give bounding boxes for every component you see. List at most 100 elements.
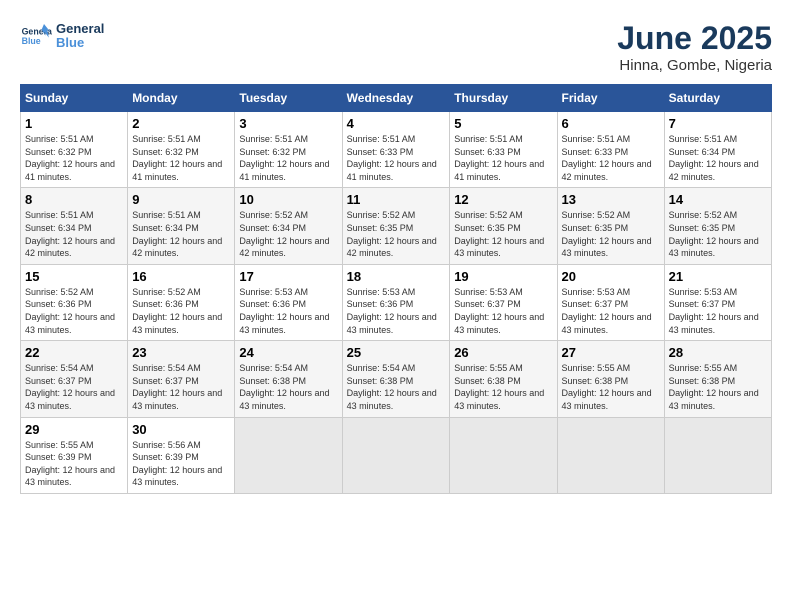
- day-number: 19: [454, 269, 552, 284]
- day-info: Sunrise: 5:52 AM Sunset: 6:35 PM Dayligh…: [347, 209, 446, 259]
- day-info: Sunrise: 5:51 AM Sunset: 6:34 PM Dayligh…: [669, 133, 767, 183]
- table-row: 17 Sunrise: 5:53 AM Sunset: 6:36 PM Dayl…: [235, 264, 342, 340]
- page-header: General Blue General Blue June 2025 Hinn…: [20, 20, 772, 74]
- day-number: 17: [239, 269, 337, 284]
- day-info: Sunrise: 5:56 AM Sunset: 6:39 PM Dayligh…: [132, 439, 230, 489]
- day-info: Sunrise: 5:55 AM Sunset: 6:39 PM Dayligh…: [25, 439, 123, 489]
- calendar-row: 8 Sunrise: 5:51 AM Sunset: 6:34 PM Dayli…: [21, 188, 772, 264]
- table-row: 3 Sunrise: 5:51 AM Sunset: 6:32 PM Dayli…: [235, 112, 342, 188]
- table-row: 10 Sunrise: 5:52 AM Sunset: 6:34 PM Dayl…: [235, 188, 342, 264]
- table-row: 13 Sunrise: 5:52 AM Sunset: 6:35 PM Dayl…: [557, 188, 664, 264]
- table-row: 28 Sunrise: 5:55 AM Sunset: 6:38 PM Dayl…: [664, 341, 771, 417]
- calendar-row: 15 Sunrise: 5:52 AM Sunset: 6:36 PM Dayl…: [21, 264, 772, 340]
- day-info: Sunrise: 5:51 AM Sunset: 6:32 PM Dayligh…: [239, 133, 337, 183]
- day-info: Sunrise: 5:54 AM Sunset: 6:38 PM Dayligh…: [347, 362, 446, 412]
- table-row: 4 Sunrise: 5:51 AM Sunset: 6:33 PM Dayli…: [342, 112, 450, 188]
- table-row: 27 Sunrise: 5:55 AM Sunset: 6:38 PM Dayl…: [557, 341, 664, 417]
- table-row: 1 Sunrise: 5:51 AM Sunset: 6:32 PM Dayli…: [21, 112, 128, 188]
- day-info: Sunrise: 5:54 AM Sunset: 6:37 PM Dayligh…: [25, 362, 123, 412]
- table-row: 23 Sunrise: 5:54 AM Sunset: 6:37 PM Dayl…: [128, 341, 235, 417]
- day-number: 6: [562, 116, 660, 131]
- table-row: 8 Sunrise: 5:51 AM Sunset: 6:34 PM Dayli…: [21, 188, 128, 264]
- day-info: Sunrise: 5:52 AM Sunset: 6:36 PM Dayligh…: [132, 286, 230, 336]
- table-row: 29 Sunrise: 5:55 AM Sunset: 6:39 PM Dayl…: [21, 417, 128, 493]
- day-info: Sunrise: 5:54 AM Sunset: 6:37 PM Dayligh…: [132, 362, 230, 412]
- day-info: Sunrise: 5:55 AM Sunset: 6:38 PM Dayligh…: [669, 362, 767, 412]
- table-row: [664, 417, 771, 493]
- day-number: 11: [347, 192, 446, 207]
- logo-icon: General Blue: [20, 20, 52, 52]
- logo-text-blue: Blue: [56, 36, 104, 50]
- table-row: [557, 417, 664, 493]
- header-sunday: Sunday: [21, 85, 128, 112]
- day-info: Sunrise: 5:53 AM Sunset: 6:36 PM Dayligh…: [239, 286, 337, 336]
- calendar-row: 29 Sunrise: 5:55 AM Sunset: 6:39 PM Dayl…: [21, 417, 772, 493]
- calendar-body: 1 Sunrise: 5:51 AM Sunset: 6:32 PM Dayli…: [21, 112, 772, 494]
- day-number: 15: [25, 269, 123, 284]
- day-number: 29: [25, 422, 123, 437]
- day-number: 28: [669, 345, 767, 360]
- day-info: Sunrise: 5:51 AM Sunset: 6:34 PM Dayligh…: [25, 209, 123, 259]
- calendar-table: Sunday Monday Tuesday Wednesday Thursday…: [20, 84, 772, 494]
- table-row: 20 Sunrise: 5:53 AM Sunset: 6:37 PM Dayl…: [557, 264, 664, 340]
- day-info: Sunrise: 5:51 AM Sunset: 6:33 PM Dayligh…: [454, 133, 552, 183]
- table-row: 30 Sunrise: 5:56 AM Sunset: 6:39 PM Dayl…: [128, 417, 235, 493]
- table-row: 9 Sunrise: 5:51 AM Sunset: 6:34 PM Dayli…: [128, 188, 235, 264]
- logo: General Blue General Blue: [20, 20, 104, 52]
- day-info: Sunrise: 5:55 AM Sunset: 6:38 PM Dayligh…: [454, 362, 552, 412]
- table-row: 21 Sunrise: 5:53 AM Sunset: 6:37 PM Dayl…: [664, 264, 771, 340]
- table-row: 16 Sunrise: 5:52 AM Sunset: 6:36 PM Dayl…: [128, 264, 235, 340]
- day-number: 26: [454, 345, 552, 360]
- day-number: 14: [669, 192, 767, 207]
- title-area: June 2025 Hinna, Gombe, Nigeria: [617, 20, 772, 74]
- day-info: Sunrise: 5:51 AM Sunset: 6:33 PM Dayligh…: [562, 133, 660, 183]
- day-number: 16: [132, 269, 230, 284]
- day-number: 18: [347, 269, 446, 284]
- header-friday: Friday: [557, 85, 664, 112]
- day-number: 5: [454, 116, 552, 131]
- day-info: Sunrise: 5:52 AM Sunset: 6:36 PM Dayligh…: [25, 286, 123, 336]
- day-number: 22: [25, 345, 123, 360]
- table-row: 11 Sunrise: 5:52 AM Sunset: 6:35 PM Dayl…: [342, 188, 450, 264]
- table-row: [450, 417, 557, 493]
- calendar-row: 1 Sunrise: 5:51 AM Sunset: 6:32 PM Dayli…: [21, 112, 772, 188]
- day-number: 10: [239, 192, 337, 207]
- day-info: Sunrise: 5:53 AM Sunset: 6:36 PM Dayligh…: [347, 286, 446, 336]
- table-row: 6 Sunrise: 5:51 AM Sunset: 6:33 PM Dayli…: [557, 112, 664, 188]
- header-saturday: Saturday: [664, 85, 771, 112]
- table-row: 18 Sunrise: 5:53 AM Sunset: 6:36 PM Dayl…: [342, 264, 450, 340]
- location: Hinna, Gombe, Nigeria: [617, 57, 772, 74]
- table-row: 14 Sunrise: 5:52 AM Sunset: 6:35 PM Dayl…: [664, 188, 771, 264]
- day-number: 3: [239, 116, 337, 131]
- day-number: 25: [347, 345, 446, 360]
- day-info: Sunrise: 5:55 AM Sunset: 6:38 PM Dayligh…: [562, 362, 660, 412]
- day-number: 13: [562, 192, 660, 207]
- day-number: 2: [132, 116, 230, 131]
- day-number: 23: [132, 345, 230, 360]
- day-number: 12: [454, 192, 552, 207]
- day-number: 1: [25, 116, 123, 131]
- table-row: [342, 417, 450, 493]
- day-info: Sunrise: 5:51 AM Sunset: 6:32 PM Dayligh…: [25, 133, 123, 183]
- day-number: 8: [25, 192, 123, 207]
- table-row: [235, 417, 342, 493]
- header-wednesday: Wednesday: [342, 85, 450, 112]
- day-info: Sunrise: 5:52 AM Sunset: 6:35 PM Dayligh…: [562, 209, 660, 259]
- day-number: 27: [562, 345, 660, 360]
- day-info: Sunrise: 5:54 AM Sunset: 6:38 PM Dayligh…: [239, 362, 337, 412]
- day-info: Sunrise: 5:53 AM Sunset: 6:37 PM Dayligh…: [454, 286, 552, 336]
- day-info: Sunrise: 5:51 AM Sunset: 6:32 PM Dayligh…: [132, 133, 230, 183]
- day-number: 21: [669, 269, 767, 284]
- day-info: Sunrise: 5:51 AM Sunset: 6:33 PM Dayligh…: [347, 133, 446, 183]
- day-info: Sunrise: 5:52 AM Sunset: 6:35 PM Dayligh…: [669, 209, 767, 259]
- table-row: 26 Sunrise: 5:55 AM Sunset: 6:38 PM Dayl…: [450, 341, 557, 417]
- table-row: 2 Sunrise: 5:51 AM Sunset: 6:32 PM Dayli…: [128, 112, 235, 188]
- header-thursday: Thursday: [450, 85, 557, 112]
- table-row: 5 Sunrise: 5:51 AM Sunset: 6:33 PM Dayli…: [450, 112, 557, 188]
- day-info: Sunrise: 5:53 AM Sunset: 6:37 PM Dayligh…: [562, 286, 660, 336]
- day-number: 7: [669, 116, 767, 131]
- day-number: 30: [132, 422, 230, 437]
- logo-text-general: General: [56, 22, 104, 36]
- day-info: Sunrise: 5:51 AM Sunset: 6:34 PM Dayligh…: [132, 209, 230, 259]
- day-info: Sunrise: 5:53 AM Sunset: 6:37 PM Dayligh…: [669, 286, 767, 336]
